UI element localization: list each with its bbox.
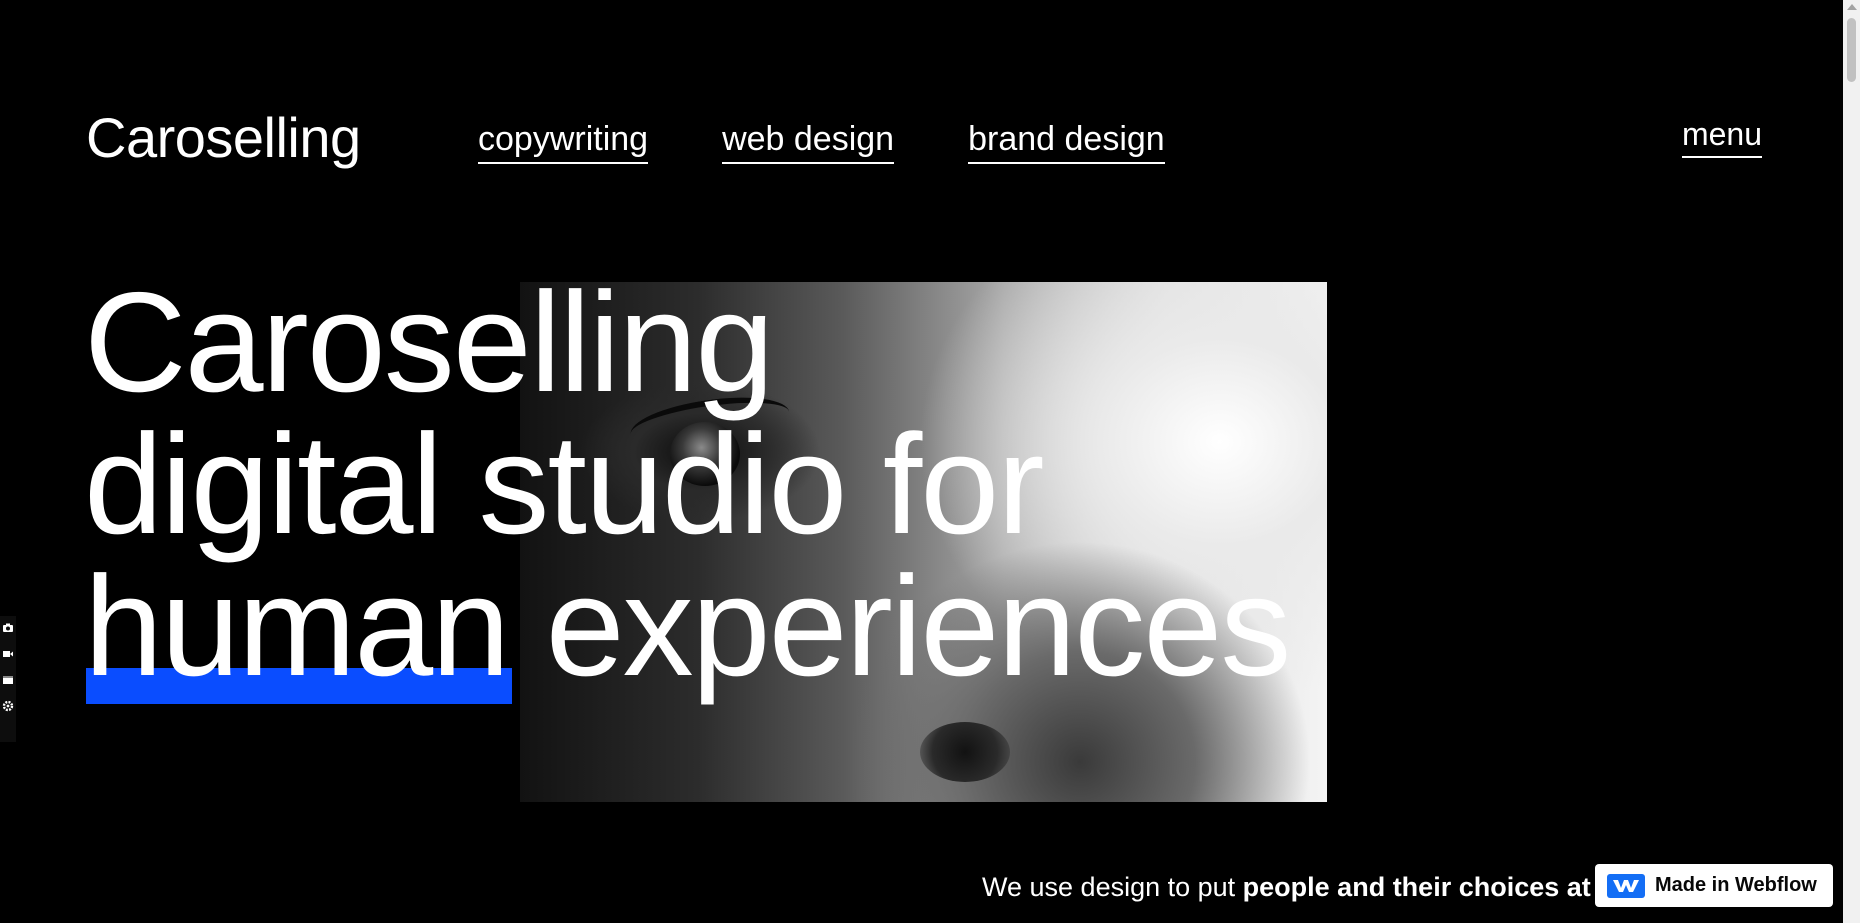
page: Caroselling copywriting web design brand…: [0, 0, 1860, 923]
site-logo[interactable]: Caroselling: [86, 104, 361, 172]
highlight-text: human: [84, 547, 510, 706]
tagline-prefix: We use design to put: [982, 872, 1243, 902]
scroll-up-arrow-icon[interactable]: [1847, 4, 1857, 10]
nav-link-brand-design[interactable]: brand design: [968, 118, 1165, 164]
camera-icon[interactable]: [1, 618, 15, 638]
made-in-webflow-badge[interactable]: Made in Webflow: [1595, 864, 1833, 907]
nav-link-copywriting[interactable]: copywriting: [478, 118, 649, 164]
nav-link-web-design[interactable]: web design: [722, 118, 895, 164]
headline-line-2: digital studio for: [84, 405, 1045, 564]
hero-headline: Caroselling digital studio for human exp…: [84, 263, 1291, 704]
side-toolstrip: [0, 616, 16, 742]
main-nav: copywriting web design brand design: [478, 118, 1165, 164]
headline-line-1: Caroselling: [84, 263, 774, 422]
window-icon[interactable]: [1, 670, 15, 690]
webflow-icon: [1607, 873, 1645, 898]
webflow-badge-label: Made in Webflow: [1655, 874, 1817, 896]
scroll-thumb[interactable]: [1847, 18, 1856, 82]
headline-line-3-rest: experiences: [545, 547, 1292, 706]
headline-highlight-word: human: [84, 556, 513, 704]
headline-line-3: human experiences: [84, 556, 1291, 704]
page-scrollbar[interactable]: [1843, 0, 1860, 923]
tagline-bold: people and their choices at: [1242, 872, 1591, 902]
gear-icon[interactable]: [1, 696, 15, 716]
menu-button[interactable]: menu: [1681, 114, 1762, 158]
tagline: We use design to put people and their ch…: [982, 870, 1591, 904]
video-icon[interactable]: [1, 644, 15, 664]
nostril-shape: [920, 722, 1010, 782]
